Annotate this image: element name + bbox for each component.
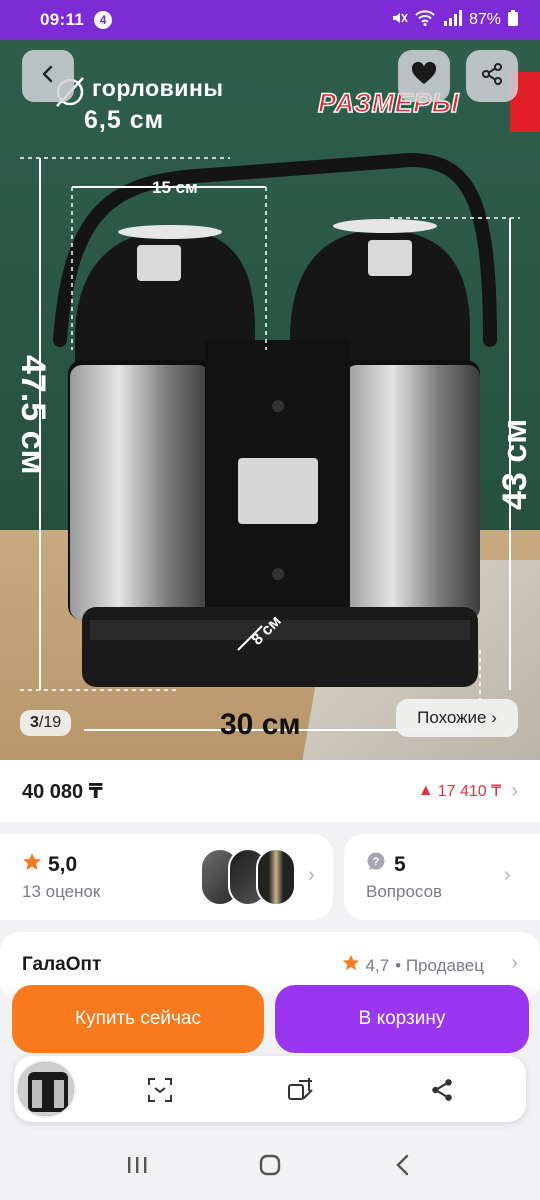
bottom-toolbar bbox=[14, 1056, 526, 1122]
product-thumbnail[interactable] bbox=[16, 1060, 76, 1118]
width-label: 30 см bbox=[220, 708, 301, 741]
battery-icon bbox=[508, 9, 518, 31]
seller-name: ГалаОпт bbox=[22, 954, 102, 975]
review-photo bbox=[256, 848, 296, 906]
seller-meta: 4,7 • Продавец bbox=[342, 954, 484, 977]
current-price: 40 080 ₸ bbox=[22, 780, 103, 803]
chevron-right-icon: › bbox=[504, 864, 511, 886]
status-icons: 87% bbox=[390, 9, 518, 32]
rating-value: 5,0 bbox=[22, 852, 77, 878]
chevron-left-icon bbox=[38, 64, 58, 89]
neck-diameter-label: горловины bbox=[92, 75, 224, 101]
total-height-label: 47.5 см bbox=[14, 355, 52, 475]
diameter-label: 15 см bbox=[152, 178, 198, 197]
price-bar[interactable]: 40 080 ₸ ▲ 17 410 ₸ › bbox=[0, 760, 540, 822]
rating-card[interactable]: 5,0 13 оценок › bbox=[0, 834, 333, 920]
gallery-page-counter: 3/19 bbox=[20, 710, 72, 736]
purchase-actions: Купить сейчас В корзину bbox=[0, 982, 540, 1060]
questions-label: Вопросов bbox=[366, 882, 443, 901]
seller-rating: 4,7 bbox=[365, 955, 390, 975]
review-photos[interactable] bbox=[200, 848, 296, 906]
status-bar: 09:11 4 87% bbox=[0, 0, 540, 40]
neck-diameter-value: 6,5 см bbox=[84, 106, 165, 134]
chevron-right-icon: › bbox=[511, 779, 518, 802]
question-bubble-icon: ? bbox=[366, 852, 386, 878]
signal-icon bbox=[442, 9, 462, 31]
home-icon[interactable] bbox=[250, 1145, 290, 1185]
status-time: 09:11 bbox=[40, 10, 85, 29]
scan-icon[interactable] bbox=[144, 1074, 176, 1106]
share-icon bbox=[480, 62, 504, 91]
back-icon[interactable] bbox=[383, 1145, 423, 1185]
wifi-icon bbox=[415, 9, 435, 31]
similar-products-button[interactable]: Похожие › bbox=[396, 699, 518, 737]
questions-card[interactable]: ? 5 Вопросов › bbox=[344, 834, 540, 920]
seller-role: • Продавец bbox=[395, 955, 484, 975]
chevron-right-icon: › bbox=[308, 864, 315, 886]
star-icon bbox=[342, 954, 360, 977]
chevron-right-icon: › bbox=[511, 952, 518, 974]
body-height-label: 43 см bbox=[496, 418, 534, 510]
mute-icon bbox=[390, 9, 408, 32]
price-change: ▲ 17 410 ₸ bbox=[418, 781, 501, 801]
price-change-value: 17 410 ₸ bbox=[437, 783, 502, 800]
system-nav-bar bbox=[0, 1130, 540, 1200]
notification-count-badge: 4 bbox=[94, 11, 113, 29]
questions-count: ? 5 bbox=[366, 852, 406, 878]
battery-percent: 87% bbox=[468, 11, 501, 28]
back-button[interactable] bbox=[22, 50, 74, 102]
svg-text:?: ? bbox=[373, 856, 380, 868]
recent-apps-icon[interactable] bbox=[117, 1145, 157, 1185]
share-button[interactable] bbox=[466, 50, 518, 102]
share-icon[interactable] bbox=[426, 1074, 458, 1106]
product-gallery[interactable]: горловины 6,5 см РАЗМЕРЫ 15 см 47.5 см 4… bbox=[0, 40, 540, 760]
favorite-button[interactable] bbox=[398, 50, 450, 102]
add-to-cart-button[interactable]: В корзину bbox=[275, 985, 529, 1053]
rating-count: 13 оценок bbox=[22, 882, 101, 901]
buy-now-button[interactable]: Купить сейчас bbox=[12, 985, 264, 1053]
add-to-compare-icon[interactable] bbox=[284, 1074, 316, 1106]
product-image bbox=[20, 77, 520, 731]
triangle-up-icon: ▲ bbox=[417, 782, 434, 799]
star-icon bbox=[22, 852, 42, 878]
heart-icon bbox=[411, 61, 437, 91]
